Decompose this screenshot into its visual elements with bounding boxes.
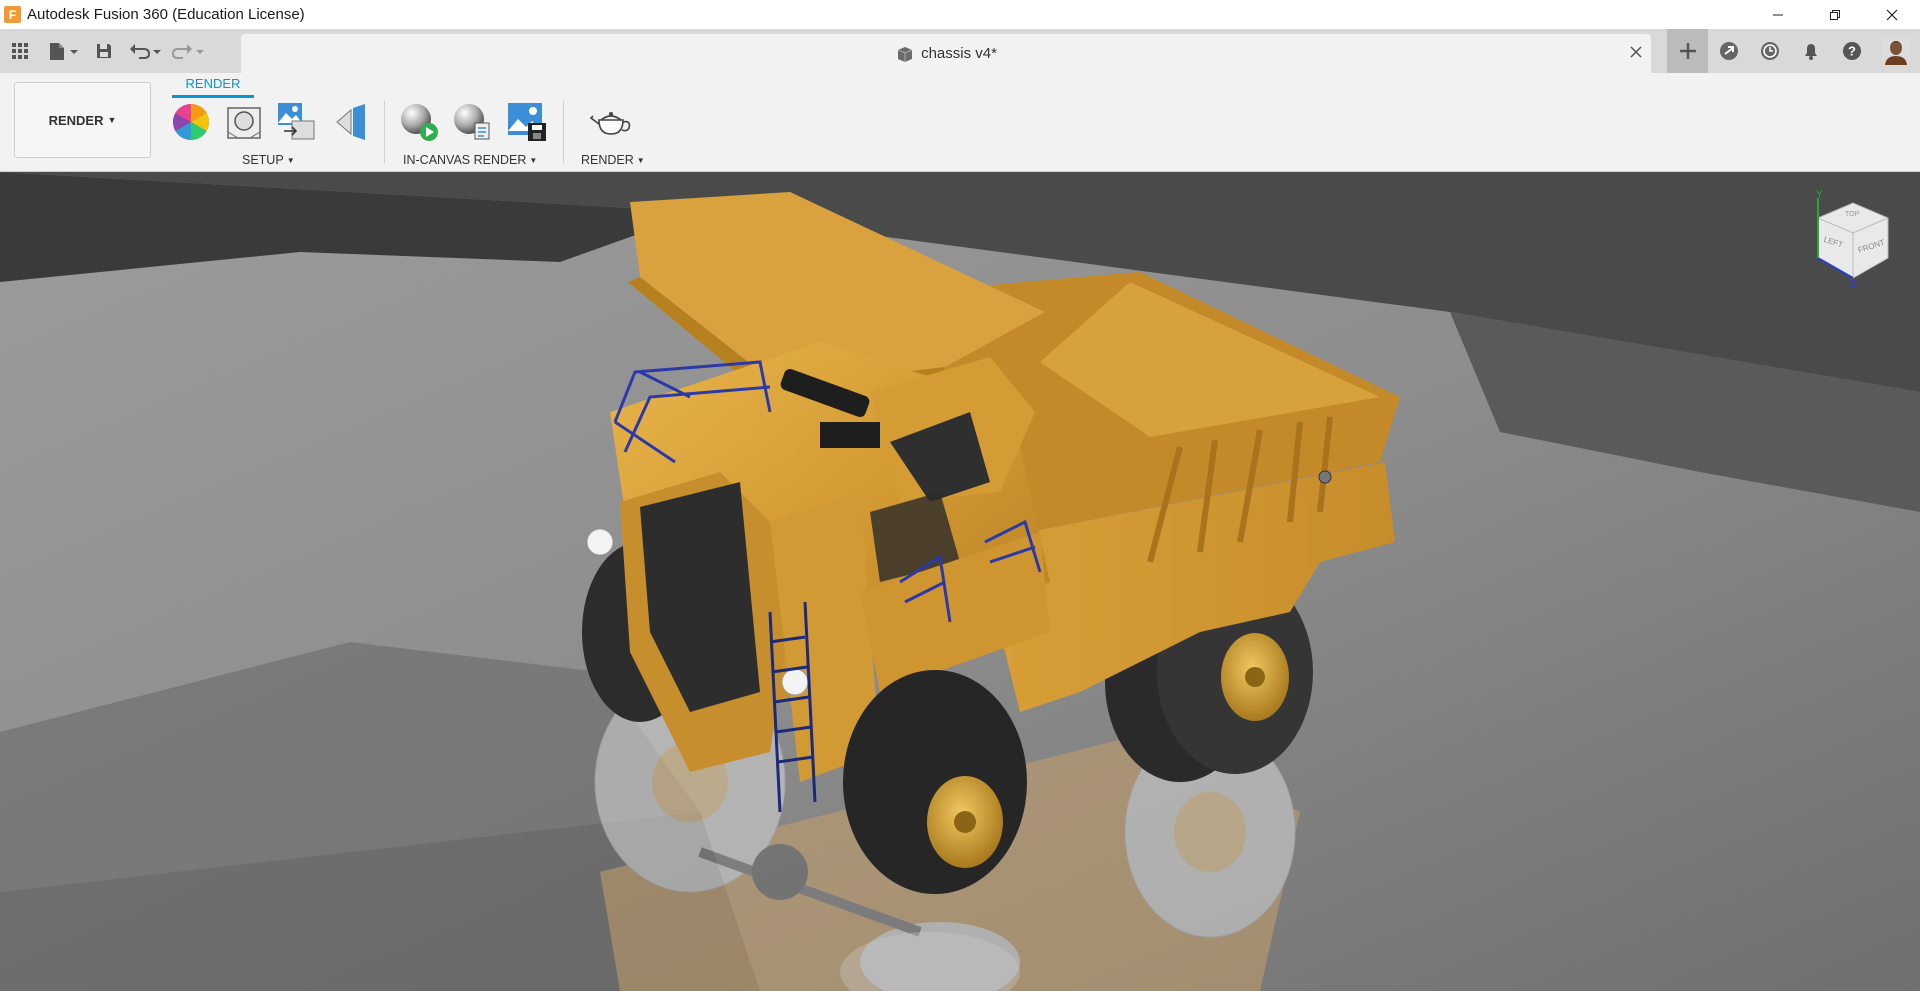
new-tab-button[interactable] [1667,29,1708,73]
in-canvas-render-settings-button[interactable] [451,101,493,143]
extensions-button[interactable] [1708,29,1749,73]
close-icon [1630,46,1642,58]
title-bar: F Autodesk Fusion 360 (Education License… [0,0,1920,29]
viewcube-top-label: TOP [1845,211,1860,218]
color-wheel-icon [172,104,210,140]
close-icon [1886,9,1897,20]
file-menu-button[interactable] [40,36,86,66]
ribbon-toolbar: RENDER ▼ RENDER SETUP ▼ IN-CANVAS RENDER… [0,73,1920,172]
component-icon [897,46,913,62]
texture-map-button[interactable] [276,101,318,143]
appearance-icon [227,107,261,139]
quick-access-right: ? [1667,29,1920,73]
save-button[interactable] [86,36,122,66]
appearance-button[interactable] [223,101,265,143]
avatar [1882,37,1910,65]
bell-icon [1804,44,1817,60]
document-title: chassis v4* [921,45,997,62]
apps-grid-icon [12,43,28,59]
minimize-button[interactable] [1749,0,1806,29]
tab-render[interactable]: RENDER [172,76,254,98]
render-start-icon [401,104,438,141]
render-group-label[interactable]: RENDER ▼ [581,153,645,167]
capture-image-button[interactable] [506,101,548,143]
document-tab[interactable]: chassis v4* [241,34,1651,73]
notifications-button[interactable] [1790,29,1831,73]
quick-access-toolbar [0,29,208,73]
redo-icon [171,44,204,59]
plus-icon [1679,43,1696,59]
in-canvas-render-label: IN-CANVAS RENDER [403,153,527,167]
teapot-icon [589,112,631,135]
tab-bar: chassis v4* ? [0,29,1920,73]
axis-z-label: Z [1850,279,1856,288]
window-title: Autodesk Fusion 360 (Education License) [27,6,305,23]
render-button[interactable] [589,101,631,143]
help-icon: ? [1842,42,1861,60]
scene-settings-button[interactable] [170,101,212,143]
axis-y-label: Y [1816,189,1823,200]
render-group-label-text: RENDER [581,153,634,167]
save-icon [97,44,111,58]
help-button[interactable]: ? [1831,29,1872,73]
workspace-label: RENDER [48,112,104,128]
file-icon [50,43,78,60]
extensions-icon [1719,42,1738,60]
clock-icon [1760,42,1779,60]
redo-button[interactable] [168,36,208,66]
view-cube-icon: Y Z TOP LEFT FRONT [1816,189,1889,290]
workspace-switcher[interactable]: RENDER ▼ [14,82,151,158]
chevron-down-icon: ▼ [636,155,645,165]
close-tab-button[interactable] [1629,43,1643,64]
chevron-down-icon: ▼ [286,155,295,165]
svg-text:?: ? [1848,44,1856,59]
setup-label: SETUP [242,153,284,167]
render-scene [0,172,1920,991]
job-status-button[interactable] [1749,29,1790,73]
undo-icon [130,44,161,59]
texture-map-icon [278,103,315,140]
user-profile-button[interactable] [1872,29,1920,73]
in-canvas-render-group-label[interactable]: IN-CANVAS RENDER ▼ [403,153,537,167]
viewport-canvas[interactable]: Y Z TOP LEFT FRONT [0,172,1920,991]
undo-button[interactable] [122,36,168,66]
apps-grid-button[interactable] [0,36,40,66]
restore-icon [1829,9,1840,20]
chevron-down-icon: ▼ [529,155,538,165]
view-cube[interactable]: Y Z TOP LEFT FRONT [1798,188,1898,290]
capture-image-icon [508,103,546,141]
chevron-down-icon: ▼ [107,115,117,125]
minimize-icon [1772,14,1783,15]
fusion-logo-icon: F [4,6,21,23]
front-right-wheel [843,670,1027,894]
render-settings-icon [454,104,490,140]
close-window-button[interactable] [1863,0,1920,29]
decal-icon [336,104,365,140]
start-in-canvas-render-button[interactable] [398,101,440,143]
decal-button[interactable] [330,101,372,143]
toolbar-divider [563,101,564,163]
window-controls [1749,0,1920,29]
toolbar-divider [384,101,385,163]
setup-group-label[interactable]: SETUP ▼ [242,153,295,167]
restore-button[interactable] [1806,0,1863,29]
